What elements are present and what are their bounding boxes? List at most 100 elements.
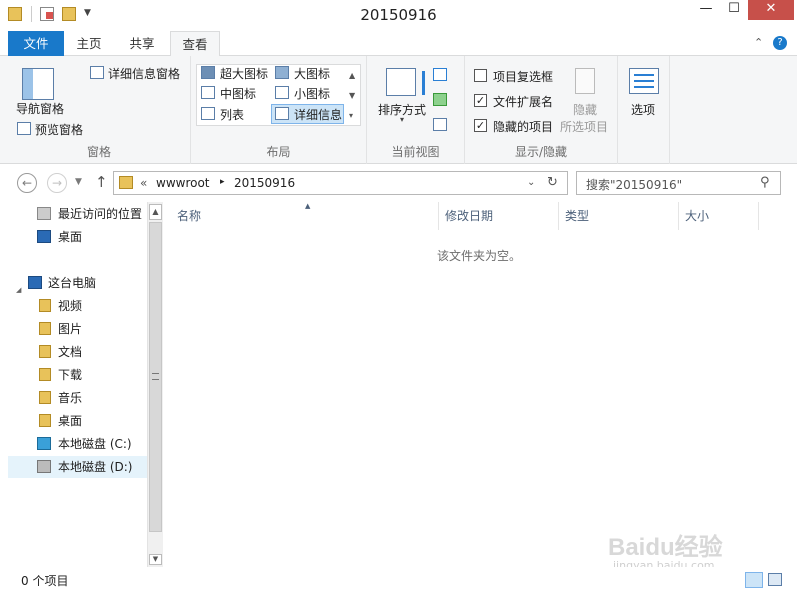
nav-item-desktop-2[interactable]: 桌面 (8, 410, 82, 432)
large-icons-view-icon[interactable] (768, 573, 782, 586)
breadcrumb-20150916[interactable]: 20150916 (234, 176, 295, 190)
file-extensions-label: 文件扩展名 (493, 95, 554, 109)
desktop-folder-icon (39, 414, 51, 427)
watermark-brand: Baidu经验 (608, 534, 723, 561)
layout-details[interactable]: 详细信息 (294, 106, 342, 123)
options-button[interactable]: 选项 (631, 101, 655, 118)
address-bar[interactable]: « wwwroot ▸ 20150916 ⌄ ↻ (113, 171, 568, 195)
scroll-down-icon[interactable]: ▼ (149, 554, 162, 565)
options-icon (629, 68, 659, 94)
nav-item-downloads[interactable]: 下载 (8, 364, 82, 386)
column-date[interactable]: 修改日期 (439, 202, 559, 230)
group-layout: 超大图标 大图标 中图标 小图标 列表 详细信息 ▲ ▼ ▾ 布局 (191, 56, 367, 164)
window-title: 20150916 (360, 6, 437, 24)
nav-item-drive-d[interactable]: 本地磁盘 (D:) (8, 456, 147, 478)
help-icon[interactable]: ? (773, 36, 787, 50)
layout-list[interactable]: 列表 (220, 106, 244, 123)
sort-dropdown-icon[interactable]: ▾ (400, 115, 404, 124)
column-type[interactable]: 类型 (559, 202, 679, 230)
sort-by-icon (386, 68, 425, 96)
breadcrumb-wwwroot[interactable]: wwwroot (156, 176, 210, 190)
file-list: ▲ 名称 修改日期 类型 大小 该文件夹为空。 Baidu经验 jingyan.… (163, 202, 797, 572)
nav-item-pictures[interactable]: 图片 (8, 318, 82, 340)
small-icons-icon (275, 86, 289, 99)
layout-small-icons[interactable]: 小图标 (294, 85, 330, 102)
scroll-up-icon[interactable]: ▲ (149, 204, 162, 220)
pictures-folder-icon (39, 322, 51, 335)
preview-pane-button[interactable]: 预览窗格 (35, 121, 83, 138)
collapse-ribbon-icon[interactable]: ⌃ (754, 36, 763, 49)
gallery-scroll-icon[interactable]: ▲ ▼ ▾ (349, 66, 355, 126)
details-pane-button[interactable]: 详细信息窗格 (108, 65, 180, 82)
navigation-pane-icon (22, 68, 54, 100)
empty-folder-message: 该文件夹为空。 (437, 249, 522, 263)
breadcrumb-separator-icon[interactable]: ▸ (220, 177, 225, 187)
item-checkboxes-label: 项目复选框 (493, 70, 554, 84)
forward-arrow-icon[interactable]: → (47, 173, 67, 193)
details-pane-icon (90, 66, 104, 79)
close-button[interactable]: ✕ (748, 0, 794, 20)
folder-icon (119, 176, 133, 189)
maximize-button[interactable]: ☐ (721, 0, 747, 20)
file-extensions-checkbox[interactable]: ✓ (474, 94, 487, 107)
size-columns-icon[interactable] (433, 118, 447, 131)
hidden-items-checkbox[interactable]: ✓ (474, 119, 487, 132)
nav-item-documents[interactable]: 文档 (8, 341, 82, 363)
search-placeholder: 搜索"20150916" (586, 178, 683, 192)
group-show-hide: 项目复选框 ✓ 文件扩展名 ✓ 隐藏的项目 隐藏 所选项目 显示/隐藏 (465, 56, 618, 164)
group-label-layout: 布局 (266, 145, 291, 159)
music-folder-icon (39, 391, 51, 404)
hide-selected-icon (575, 68, 595, 94)
group-current-view: 排序方式 ▾ 当前视图 (367, 56, 465, 164)
layout-medium-icons[interactable]: 中图标 (220, 85, 256, 102)
navigation-pane-button[interactable]: 导航窗格 (16, 100, 64, 117)
details-view-icon[interactable] (745, 572, 763, 588)
status-bar: 0 个项目 (0, 567, 797, 597)
column-name[interactable]: 名称 (171, 202, 439, 230)
title-bar: ▼ 20150916 — ☐ ✕ (0, 0, 797, 31)
nav-item-videos[interactable]: 视频 (8, 295, 82, 317)
tab-file[interactable]: 文件 (8, 31, 64, 56)
nav-scrollbar[interactable]: ▲ ▼ (147, 202, 163, 567)
layout-extra-large-icons[interactable]: 超大图标 (220, 65, 268, 82)
details-icon (275, 107, 289, 120)
medium-icons-icon (201, 86, 215, 99)
recent-dropdown-icon[interactable]: ▼ (75, 177, 82, 187)
add-columns-icon[interactable] (433, 93, 447, 106)
nav-item-music[interactable]: 音乐 (8, 387, 82, 409)
tab-home[interactable]: 主页 (64, 31, 114, 56)
nav-item-recent[interactable]: 最近访问的位置 (8, 203, 142, 225)
hidden-items-label: 隐藏的项目 (493, 120, 554, 134)
computer-icon (28, 276, 42, 289)
group-panes: 导航窗格 预览窗格 详细信息窗格 窗格 (8, 56, 191, 164)
group-label-current-view: 当前视图 (391, 145, 440, 159)
nav-item-this-pc[interactable]: ◢ 这台电脑 (8, 272, 96, 294)
list-icon (201, 107, 215, 120)
scroll-thumb[interactable] (149, 222, 162, 532)
group-by-icon[interactable] (433, 68, 447, 81)
layout-large-icons[interactable]: 大图标 (294, 65, 330, 82)
breadcrumb-overflow[interactable]: « (140, 176, 147, 190)
address-dropdown-icon[interactable]: ⌄ (527, 177, 535, 188)
minimize-button[interactable]: — (692, 0, 720, 20)
item-checkboxes-checkbox[interactable] (474, 69, 487, 82)
drive-d-icon (37, 460, 51, 473)
up-arrow-icon[interactable]: ↑ (95, 173, 108, 191)
back-arrow-icon[interactable]: ← (17, 173, 37, 193)
navigation-pane: 最近访问的位置 桌面 ◢ 这台电脑 视频 图片 文档 下载 音乐 桌面 本地磁盘 … (8, 202, 163, 567)
large-icons-icon (275, 66, 289, 79)
group-options: 选项 (618, 56, 670, 164)
nav-item-drive-c[interactable]: 本地磁盘 (C:) (8, 433, 132, 455)
search-input[interactable]: 搜索"20150916" ⚲ (576, 171, 781, 195)
tab-view[interactable]: 查看 (170, 31, 220, 57)
group-label-show-hide: 显示/隐藏 (514, 145, 568, 159)
tab-share[interactable]: 共享 (116, 31, 168, 56)
column-size[interactable]: 大小 (679, 202, 759, 230)
nav-item-desktop[interactable]: 桌面 (8, 226, 82, 248)
search-icon[interactable]: ⚲ (760, 175, 770, 190)
hide-selected-label: 所选项目 (560, 120, 609, 134)
group-label-panes: 窗格 (86, 145, 111, 159)
refresh-icon[interactable]: ↻ (547, 175, 558, 190)
videos-folder-icon (39, 299, 51, 312)
hide-selected-button[interactable]: 隐藏 (573, 101, 597, 118)
